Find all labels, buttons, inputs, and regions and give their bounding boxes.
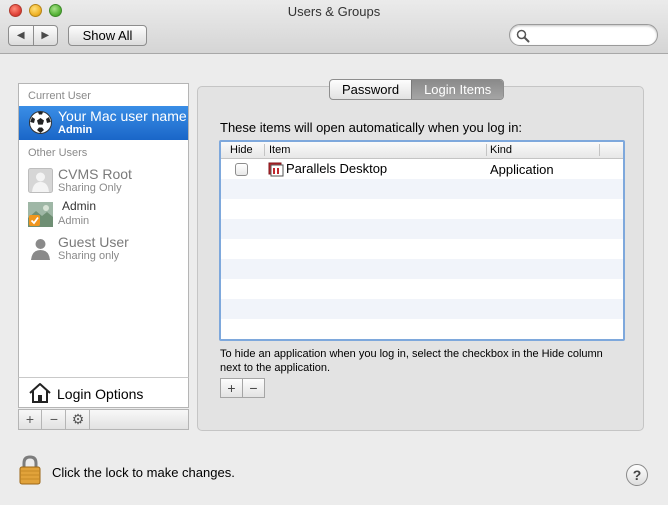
tab-login-items[interactable]: Login Items	[411, 80, 504, 99]
user-name: Guest User	[58, 234, 129, 250]
hide-hint-text: To hide an application when you log in, …	[220, 348, 603, 374]
tab-bar: Password Login Items	[329, 79, 505, 100]
user-role: Admin	[58, 124, 93, 136]
current-user-heading: Current User	[28, 90, 91, 102]
other-users-heading: Other Users	[28, 147, 88, 159]
table-row-empty	[221, 319, 623, 339]
user-role: Sharing Only	[58, 182, 122, 194]
column-header-hide[interactable]: Hide	[230, 144, 253, 156]
photo-avatar	[28, 202, 53, 227]
table-row[interactable]: Parallels Desktop Application	[221, 159, 623, 179]
help-button[interactable]: ?	[626, 464, 648, 486]
magnifier-icon	[516, 29, 530, 43]
item-name: Parallels Desktop	[286, 161, 388, 176]
forward-button[interactable]: ▶	[32, 26, 58, 45]
sidebar-button-bar: + − ⚙	[18, 409, 189, 430]
table-header: Hide Item Kind	[221, 142, 623, 159]
users-sidebar: Current User Your Mac user name Admin Ot…	[18, 83, 189, 377]
lock-message: Click the lock to make changes.	[52, 465, 235, 480]
search-field[interactable]	[509, 24, 658, 46]
house-icon	[29, 383, 51, 403]
user-row-guest[interactable]: Guest User Sharing only	[19, 232, 188, 266]
table-row-empty	[221, 279, 623, 299]
soccer-ball-avatar	[29, 111, 52, 134]
user-row-admin[interactable]: Admin Admin	[19, 198, 188, 232]
login-items-caption: These items will open automatically when…	[220, 120, 523, 135]
add-remove-control: + −	[220, 378, 265, 398]
remove-user-button[interactable]: −	[43, 410, 66, 429]
user-role: Admin	[58, 215, 90, 227]
back-forward-control: ◀ ▶	[8, 25, 58, 46]
user-row-cvms-root[interactable]: CVMS Root Sharing Only	[19, 164, 188, 198]
user-row-current[interactable]: Your Mac user name Admin	[19, 106, 188, 140]
user-name: CVMS Root	[58, 166, 132, 182]
column-header-kind[interactable]: Kind	[490, 144, 512, 156]
show-all-button[interactable]: Show All	[68, 25, 147, 46]
remove-login-item-button[interactable]: −	[242, 379, 264, 397]
user-name: Your Mac user name	[58, 108, 187, 124]
table-row-empty	[221, 239, 623, 259]
lock-icon[interactable]	[18, 454, 42, 486]
table-row-empty	[221, 199, 623, 219]
login-options-item[interactable]: Login Options	[18, 377, 189, 408]
user-name: Admin	[62, 199, 97, 213]
window-title: Users & Groups	[287, 4, 381, 19]
column-header-item[interactable]: Item	[269, 144, 290, 156]
tab-password[interactable]: Password	[330, 80, 411, 99]
gear-icon: ⚙	[71, 411, 85, 427]
parallels-icon	[268, 162, 284, 177]
generic-user-silhouette	[28, 168, 53, 193]
back-button[interactable]: ◀	[9, 26, 33, 45]
table-row-empty	[221, 299, 623, 319]
chevron-right-icon: ▶	[41, 30, 50, 41]
user-role: Sharing only	[58, 250, 120, 262]
add-user-button[interactable]: +	[19, 410, 42, 429]
login-items-table: Hide Item Kind Parallels Desktop Applica…	[219, 140, 625, 341]
chevron-left-icon: ◀	[16, 30, 25, 41]
guest-user-icon	[31, 239, 50, 260]
hide-checkbox[interactable]	[235, 163, 248, 176]
table-row-empty	[221, 219, 623, 239]
action-menu-button[interactable]: ⚙	[67, 410, 90, 429]
title-bar: Users & Groups ◀ ▶ Show All	[0, 0, 668, 54]
login-options-label: Login Options	[57, 386, 144, 402]
table-row-empty	[221, 259, 623, 279]
item-kind: Application	[490, 162, 554, 177]
add-login-item-button[interactable]: +	[221, 379, 242, 397]
table-row-empty	[221, 179, 623, 199]
